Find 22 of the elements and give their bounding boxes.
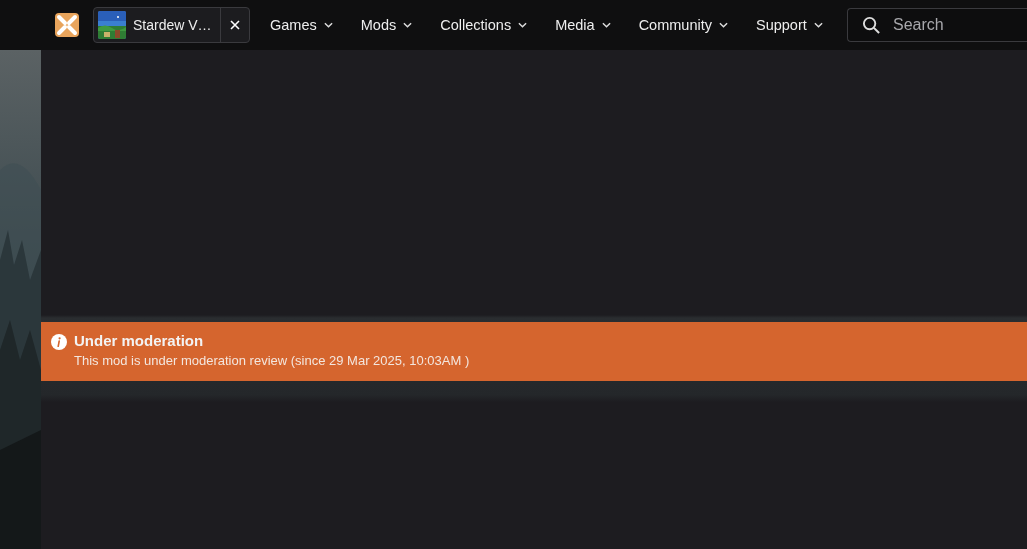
chevron-icon bbox=[601, 22, 611, 28]
nav-menu[interactable]: Mods bbox=[352, 8, 421, 42]
game-title: Stardew V… bbox=[133, 17, 213, 33]
chevron-icon bbox=[323, 22, 333, 28]
nav-menu[interactable]: Games bbox=[262, 8, 341, 42]
banner-title: Under moderation bbox=[74, 332, 205, 349]
close-icon bbox=[230, 20, 240, 30]
chevron-icon bbox=[403, 22, 413, 28]
nav-menu[interactable]: Community bbox=[630, 8, 736, 42]
chevron-icon bbox=[518, 22, 528, 28]
search-input[interactable]: Search bbox=[891, 15, 1011, 35]
chevron-icon bbox=[718, 22, 728, 28]
chevron-icon bbox=[813, 22, 823, 28]
nav-menu[interactable]: Collections bbox=[432, 8, 536, 42]
search-field[interactable]: Search bbox=[847, 8, 1027, 42]
banner-message: This mod is under moderation review (since 29 Mar 2025, 10:03AM ) bbox=[74, 353, 470, 368]
info-icon bbox=[51, 334, 67, 350]
logo-icon[interactable] bbox=[54, 12, 80, 38]
nav-menu[interactable]: Media bbox=[547, 8, 619, 42]
nav-menu[interactable]: Support bbox=[747, 8, 831, 42]
game-tab[interactable]: Stardew V… bbox=[93, 7, 250, 43]
search-icon bbox=[862, 15, 881, 35]
